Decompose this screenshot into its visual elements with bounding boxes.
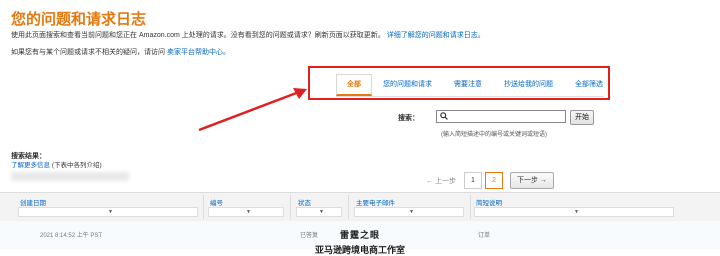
col-short-desc[interactable]: 简短说明: [476, 197, 502, 207]
col-email[interactable]: 主要电子邮件: [356, 197, 395, 207]
redacted-info: [11, 172, 129, 181]
chevron-down-icon: ▼: [108, 209, 113, 215]
filter-desc-select[interactable]: ▼: [474, 207, 674, 217]
chevron-down-icon: ▼: [574, 209, 579, 215]
filter-tabs: 全部 您的问题和请求 需要注意 抄送给我的问题 全部筛选: [336, 74, 614, 96]
filter-email-select[interactable]: ▼: [354, 207, 464, 217]
col-divider: [470, 195, 471, 219]
watermark-caption: 雷霆之眼: [339, 231, 380, 241]
tabs-divider: [336, 96, 604, 97]
search-go-button[interactable]: 开始: [570, 110, 594, 125]
chevron-down-icon: ▼: [246, 209, 251, 215]
results-note: (下表中各列介绍): [51, 162, 102, 169]
next-page-button[interactable]: 下一步 →: [509, 172, 554, 189]
col-divider: [348, 195, 349, 219]
col-created-date[interactable]: 创建日期: [20, 197, 46, 207]
page-title: 您的问题和请求日志: [11, 11, 147, 28]
help-text: 如果您有与某个问题或请求不相关的疑问，请访问: [11, 49, 165, 56]
tab-your-issues[interactable]: 您的问题和请求: [372, 74, 443, 96]
tab-all[interactable]: 全部: [336, 74, 372, 96]
results-info: 了解更多信息 (下表中各列介绍): [11, 159, 102, 169]
tab-needs-attention[interactable]: 需要注意: [443, 74, 493, 96]
col-divider: [203, 195, 204, 219]
search-hint: (输入简短描述中的编号或关键词或短语): [441, 132, 547, 138]
chevron-down-icon: ▼: [409, 209, 414, 215]
help-line: 如果您有与某个问题或请求不相关的疑问，请访问 卖家平台帮助中心。: [11, 47, 230, 57]
page-2-button[interactable]: 2: [484, 172, 503, 189]
col-status[interactable]: 状态: [298, 197, 311, 207]
watermark-subcaption: 亚马逊跨境电商工作室: [314, 246, 405, 256]
tab-all-filters[interactable]: 全部筛选: [564, 74, 614, 96]
tab-cc-issues[interactable]: 抄送给我的问题: [493, 74, 564, 96]
annotation-arrow: [198, 88, 307, 132]
filter-number-select[interactable]: ▼: [208, 207, 284, 217]
search-field[interactable]: [436, 110, 566, 128]
search-input[interactable]: [437, 117, 562, 128]
filter-date-select[interactable]: ▼: [18, 207, 198, 217]
search-label: 搜索：: [398, 115, 419, 122]
learn-more-log-link[interactable]: 详细了解您的问题和请求日志。: [387, 32, 485, 39]
chevron-down-icon: ▼: [319, 209, 324, 215]
description-text: 使用此页面搜索和查看当前问题和您正在 Amazon.com 上处理的请求。没有看…: [11, 32, 385, 39]
page-description: 使用此页面搜索和查看当前问题和您正在 Amazon.com 上处理的请求。没有看…: [11, 30, 485, 40]
help-center-link[interactable]: 卖家平台帮助中心。: [167, 49, 230, 56]
col-divider: [290, 195, 291, 219]
page-1-button[interactable]: 1: [463, 172, 482, 189]
learn-more-link[interactable]: 了解更多信息: [11, 162, 50, 169]
col-number[interactable]: 编号: [210, 197, 223, 207]
table-header: 创建日期 编号 状态 主要电子邮件 简短说明 ▼ ▼ ▼ ▼ ▼: [0, 192, 720, 222]
prev-page-button[interactable]: ← 上一步: [426, 176, 456, 186]
pagination: ← 上一步 1 2 下一步 →: [426, 172, 554, 189]
search-icon: [440, 112, 448, 122]
filter-status-select[interactable]: ▼: [296, 207, 342, 217]
